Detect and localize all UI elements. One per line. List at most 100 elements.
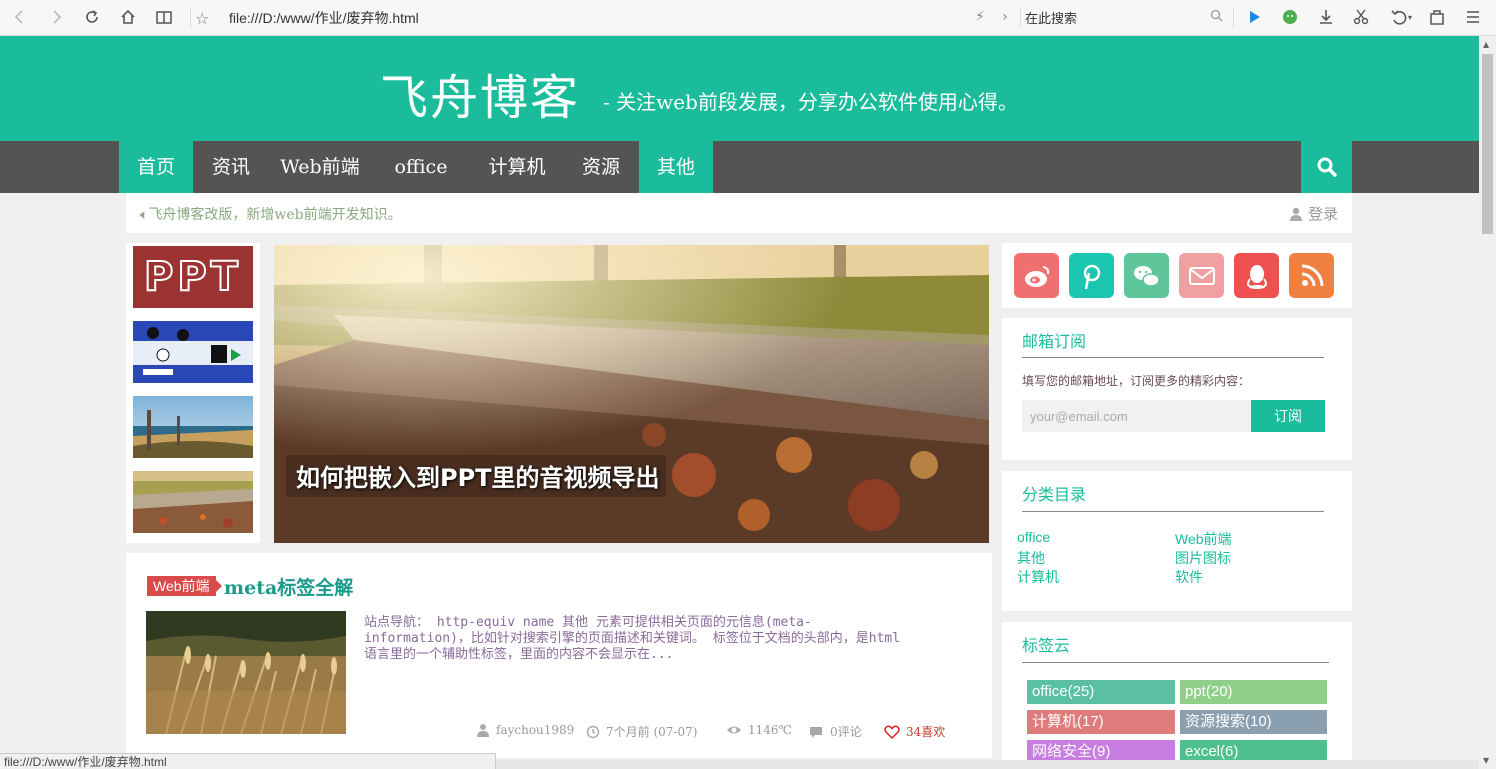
nav-item-computer[interactable]: 计算机: [471, 141, 563, 193]
weibo-icon[interactable]: [1014, 253, 1059, 298]
address-bar[interactable]: ☆ file:///D:/www/作业/废弃物.html: [195, 6, 1025, 30]
back-icon[interactable]: [8, 5, 32, 29]
article-meta: faychou1989 7个月前 (07-07) 1146℃ 0评论 34喜欢: [476, 723, 976, 743]
slider-thumbnails: PPT: [126, 243, 260, 543]
featured-slide[interactable]: 如何把嵌入到PPT里的音视频导出: [274, 245, 989, 543]
rss-icon[interactable]: [1289, 253, 1334, 298]
tag-cloud-title: 标签云: [1022, 636, 1071, 655]
category-link-computer[interactable]: 计算机: [1017, 567, 1059, 587]
site-tagline: - 关注web前段发展，分享办公软件使用心得。: [603, 90, 1018, 114]
tag-resource-search[interactable]: 资源搜索(10): [1180, 710, 1327, 734]
chevron-right-icon[interactable]: ›: [993, 5, 1017, 29]
menu-icon[interactable]: [1461, 5, 1485, 29]
category-link-web[interactable]: Web前端: [1175, 529, 1232, 549]
search-icon: [1317, 157, 1337, 177]
social-links: [1002, 243, 1352, 308]
user-icon: [1289, 207, 1302, 221]
login-link[interactable]: 登录: [1289, 203, 1338, 224]
horizontal-scrollbar[interactable]: [496, 760, 1479, 769]
pinterest-icon[interactable]: [1069, 253, 1114, 298]
undo-dropdown-icon[interactable]: ▾: [1385, 5, 1417, 29]
status-bar: file:///D:/www/作业/废弃物.html: [0, 753, 496, 769]
nav-item-home[interactable]: 首页: [119, 141, 193, 193]
categories-title: 分类目录: [1022, 485, 1087, 504]
url-text: file:///D:/www/作业/废弃物.html: [229, 10, 419, 26]
subscribe-divider: [1022, 357, 1324, 358]
login-label: 登录: [1307, 205, 1338, 223]
tag-cloud-box: 标签云 office(25) ppt(20) 计算机(17) 资源搜索(10) …: [1002, 622, 1352, 769]
nav-item-other[interactable]: 其他: [639, 141, 713, 193]
category-link-icons[interactable]: 图片图标: [1175, 548, 1231, 568]
vertical-scrollbar[interactable]: ▲ ▼: [1479, 36, 1496, 769]
author-name: faychou1989: [496, 723, 575, 737]
category-link-office[interactable]: office: [1017, 529, 1050, 545]
article-comments[interactable]: 0评论: [808, 723, 862, 740]
scroll-down-arrow-icon[interactable]: ▼: [1483, 756, 1489, 765]
reload-icon[interactable]: [80, 5, 104, 29]
comment-icon: [810, 726, 822, 738]
tag-cloud-divider: [1022, 662, 1329, 663]
browser-toolbar: ☆ file:///D:/www/作业/废弃物.html ⚡ › 在此搜索 ▾: [0, 0, 1496, 36]
featured-slide-title[interactable]: 如何把嵌入到PPT里的音视频导出: [296, 458, 660, 493]
nav-search-button[interactable]: [1301, 141, 1352, 193]
download-icon[interactable]: [1314, 5, 1338, 29]
main-nav: 首页 资讯 Web前端 office 计算机 资源 其他: [0, 141, 1479, 193]
thumbnail-beach[interactable]: [133, 396, 253, 458]
reader-icon[interactable]: [152, 5, 176, 29]
clock-icon: [586, 725, 600, 738]
thumbnail-ppt[interactable]: PPT: [133, 246, 253, 308]
article-author[interactable]: faychou1989: [476, 723, 574, 737]
subscribe-desc: 填写您的邮箱地址，订阅更多的精彩内容：: [1022, 374, 1251, 388]
categories-box: 分类目录 office Web前端 其他 图片图标 计算机 软件: [1002, 471, 1352, 611]
article-title[interactable]: meta标签全解: [224, 573, 353, 600]
featured-slide-image: [274, 245, 989, 543]
subscribe-button[interactable]: 订阅: [1251, 400, 1325, 432]
article-card: Web前端 meta标签全解 站点导航： http-equiv name 其他 …: [126, 553, 992, 758]
qq-icon[interactable]: [1234, 253, 1279, 298]
article-views: 1146℃: [726, 723, 792, 737]
category-link-software[interactable]: 软件: [1175, 567, 1203, 587]
category-link-other[interactable]: 其他: [1017, 548, 1045, 568]
article-thumbnail[interactable]: [146, 611, 346, 734]
time-text: 7个月前 (07-07): [606, 725, 698, 739]
heart-icon: [884, 725, 900, 739]
vertical-scroll-thumb[interactable]: [1482, 54, 1493, 234]
svg-text:PPT: PPT: [144, 254, 242, 300]
lightning-icon[interactable]: ⚡: [968, 5, 992, 29]
bag-icon[interactable]: [1425, 5, 1449, 29]
wechat-icon[interactable]: [1278, 5, 1302, 29]
nav-item-resources[interactable]: 资源: [563, 141, 639, 193]
magnifier-icon[interactable]: [1210, 9, 1223, 26]
categories-divider: [1022, 511, 1324, 512]
notice-text: 🔈︎飞舟博客改版，新增web前端开发知识。: [140, 207, 402, 223]
video-play-icon[interactable]: [1242, 5, 1266, 29]
comments-text: 0评论: [830, 725, 862, 739]
eye-icon: [727, 726, 741, 734]
bookmark-star-icon[interactable]: ☆: [195, 9, 217, 28]
nav-item-web[interactable]: Web前端: [269, 141, 371, 193]
article-category-badge[interactable]: Web前端: [147, 576, 222, 596]
mail-icon[interactable]: [1179, 253, 1224, 298]
scroll-up-arrow-icon[interactable]: ▲: [1483, 40, 1489, 49]
wechat-share-icon[interactable]: [1124, 253, 1169, 298]
tag-office[interactable]: office(25): [1027, 680, 1175, 704]
nav-item-office[interactable]: office: [371, 141, 471, 193]
subscribe-title: 邮箱订阅: [1022, 332, 1087, 351]
user-icon: [477, 724, 489, 737]
site-brand[interactable]: 飞舟博客: [380, 58, 580, 128]
tag-computer[interactable]: 计算机(17): [1027, 710, 1175, 734]
nav-item-news[interactable]: 资讯: [193, 141, 269, 193]
scissors-icon[interactable]: [1349, 5, 1373, 29]
thumbnail-autumn[interactable]: [133, 471, 253, 533]
forward-icon[interactable]: [44, 5, 68, 29]
article-likes[interactable]: 34喜欢: [884, 723, 945, 740]
thumbnail-video-sites[interactable]: [133, 321, 253, 383]
email-field[interactable]: [1022, 400, 1251, 432]
article-summary: 站点导航： http-equiv name 其他 元素可提供相关页面的元信息(m…: [364, 615, 901, 662]
browser-search-placeholder: 在此搜索: [1025, 11, 1078, 27]
home-icon[interactable]: [116, 5, 140, 29]
site-header: 飞舟博客 - 关注web前段发展，分享办公软件使用心得。: [0, 36, 1479, 141]
tag-ppt[interactable]: ppt(20): [1180, 680, 1327, 704]
browser-search-input[interactable]: 在此搜索: [1025, 5, 1225, 29]
likes-text: 34喜欢: [906, 725, 946, 739]
